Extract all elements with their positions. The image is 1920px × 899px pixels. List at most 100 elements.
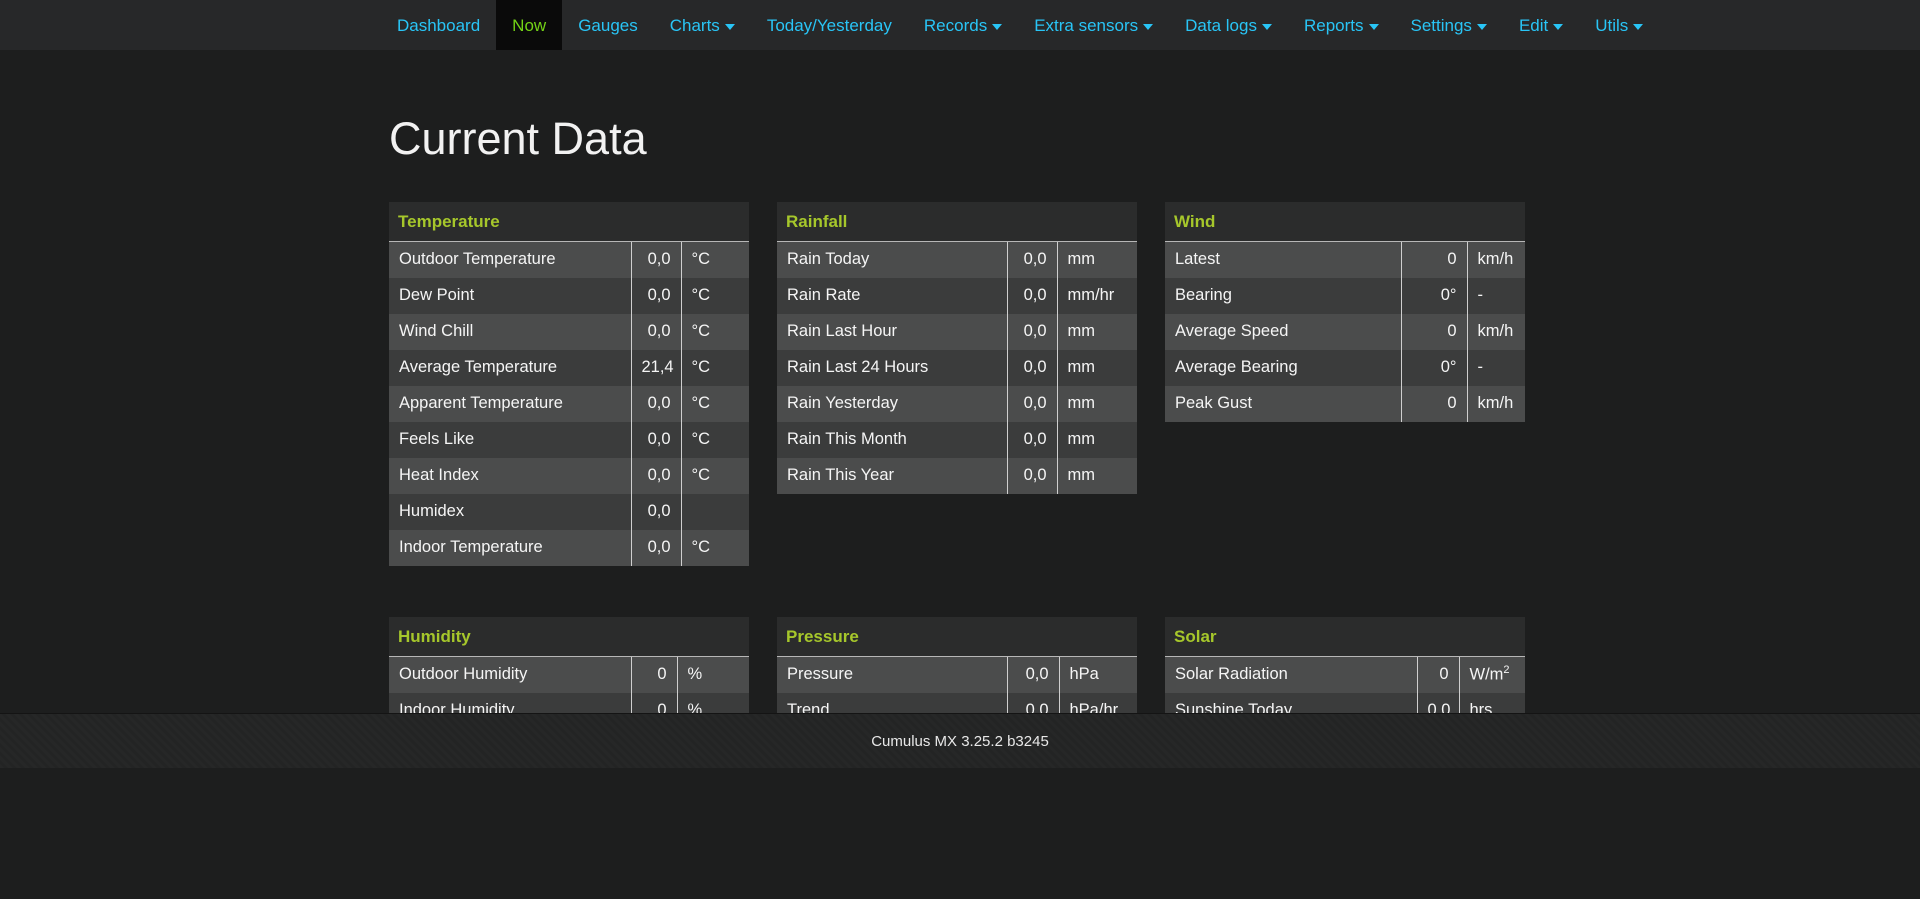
page-tail-space [0,768,1920,899]
row-label: Feels Like [399,429,475,448]
nav-item-label: Data logs [1185,15,1257,35]
row-unit: °C [680,313,749,350]
nav-item-now[interactable]: Now [496,0,563,50]
row-label: Trend [787,701,830,713]
row-label: Humidex [399,501,465,520]
card-pressure-title: Pressure [777,616,1137,657]
row-value: 0,0 [630,529,681,566]
row-value: 0 [1400,313,1467,350]
nav-item-label: Charts [669,15,720,35]
nav-item-settings[interactable]: Settings [1395,0,1503,50]
table-row: Outdoor Temperature 0,0 °C [389,241,749,278]
footer-version-text: Cumulus MX 3.25.2 b3245 [871,732,1049,750]
row-value: 0,0 [1006,457,1057,494]
nav-item-utils[interactable]: Utils [1579,0,1659,50]
page-content: Current Data Temperature Outdoor Tempera… [0,50,1920,713]
table-row: Bearing 0° - [1165,277,1525,314]
nav-item-label: Settings [1410,15,1472,35]
row-unit: °C [680,385,749,422]
row-label: Rain Today [787,249,870,268]
table-row: Peak Gust 0 km/h [1165,385,1525,422]
row-unit: mm [1056,313,1137,350]
nav-item-label: Now [512,15,547,35]
row-value: 0,0 [1006,277,1057,314]
nav-item-gauges[interactable]: Gauges [562,0,654,50]
row-label: Average Bearing [1175,357,1298,376]
nav-item-data-logs[interactable]: Data logs [1169,0,1288,50]
table-row: Trend 0,0 hPa/hr [777,693,1137,713]
row-unit: mm [1056,349,1137,386]
table-row: Wind Chill 0,0 °C [389,313,749,350]
row-unit: % [676,693,749,713]
card-solar: Solar Solar Radiation 0 W/m2 Sunshine Today… [1165,616,1525,713]
table-row: Latest 0 km/h [1165,241,1525,278]
nav-item-label: Records [923,15,988,35]
nav-item-reports[interactable]: Reports [1288,0,1395,50]
row-label: Rain Rate [787,285,861,304]
chevron-down-icon [1143,24,1154,30]
row-value: 0 [1416,657,1459,693]
row-unit: - [1466,277,1525,314]
table-row: Indoor Temperature 0,0 °C [389,529,749,566]
row-value: 0,0 [1416,693,1459,713]
table-row: Rain Today 0,0 mm [777,241,1137,278]
nav-item-charts[interactable]: Charts [654,0,751,50]
nav-item-today-yesterday[interactable]: Today/Yesterday [751,0,908,50]
nav-item-records[interactable]: Records [908,0,1018,50]
chevron-down-icon [1476,24,1487,30]
row-unit: hrs [1458,693,1525,713]
table-row: Average Bearing 0° - [1165,349,1525,386]
row-unit-base: W/m [1469,665,1504,684]
nav-item-label: Today/Yesterday [766,15,892,35]
page-footer: Cumulus MX 3.25.2 b3245 [0,713,1920,768]
row-unit: °C [680,421,749,458]
nav-item-label: Edit [1518,15,1549,35]
wind-table: Latest 0 km/h Bearing 0° - Average Speed 0 km/h A… [1165,241,1525,422]
row-value: 0,0 [1006,241,1057,278]
row-label: Latest [1175,249,1220,268]
chevron-down-icon [1261,24,1272,30]
chevron-down-icon [1633,24,1644,30]
cards-grid: Temperature Outdoor Temperature 0,0 °C Dew … [0,164,1920,713]
table-row: Rain This Year 0,0 mm [777,457,1137,494]
row-unit: - [1466,349,1525,386]
row-value: 0° [1400,349,1467,386]
nav-item-edit[interactable]: Edit [1503,0,1579,50]
row-value: 0,0 [1006,349,1057,386]
nav-item-dashboard[interactable]: Dashboard [381,0,496,50]
row-label: Dew Point [399,285,475,304]
row-label: Sunshine Today [1175,701,1293,713]
card-wind: Wind Latest 0 km/h Bearing 0° - Average Speed 0… [1165,201,1525,422]
table-row: Indoor Humidity 0% [389,693,749,713]
nav-item-label: Extra sensors [1034,15,1139,35]
card-temperature: Temperature Outdoor Temperature 0,0 °C Dew … [389,201,749,566]
table-row: Humidex 0,0 [389,493,749,530]
row-label: Average Speed [1175,321,1289,340]
row-value: 0,0 [630,493,681,530]
table-row: Feels Like 0,0 °C [389,421,749,458]
row-label: Outdoor Temperature [399,249,556,268]
nav-item-label: Gauges [578,15,638,35]
row-value: 0,0 [1006,385,1057,422]
row-unit: °C [680,349,749,386]
rainfall-table: Rain Today 0,0 mm Rain Rate 0,0 mm/hr Rain Las… [777,241,1137,494]
card-rainfall: Rainfall Rain Today 0,0 mm Rain Rate 0,0 mm/h… [777,201,1137,494]
row-value: 0 [1400,385,1467,422]
row-unit: km/h [1466,313,1525,350]
card-rainfall-title: Rainfall [777,201,1137,242]
rainfall-table-body: Rain Today 0,0 mm Rain Rate 0,0 mm/hr Rain Las… [777,241,1137,494]
card-solar-title: Solar [1165,616,1525,657]
card-wind-title: Wind [1165,201,1525,242]
row-label: Rain This Year [787,465,895,484]
humidity-table: Outdoor Humidity 0% Indoor Humidity 0% [389,657,749,713]
row-label: Bearing [1175,285,1232,304]
nav-item-extra-sensors[interactable]: Extra sensors [1018,0,1169,50]
row-unit: % [676,657,749,693]
row-unit: hPa [1058,657,1137,693]
row-label: Outdoor Humidity [399,665,528,684]
row-label: Rain Last 24 Hours [787,357,929,376]
table-row: Solar Radiation 0 W/m2 [1165,657,1525,693]
chevron-down-icon [724,24,735,30]
row-unit: °C [680,457,749,494]
nav-item-label: Reports [1303,15,1364,35]
